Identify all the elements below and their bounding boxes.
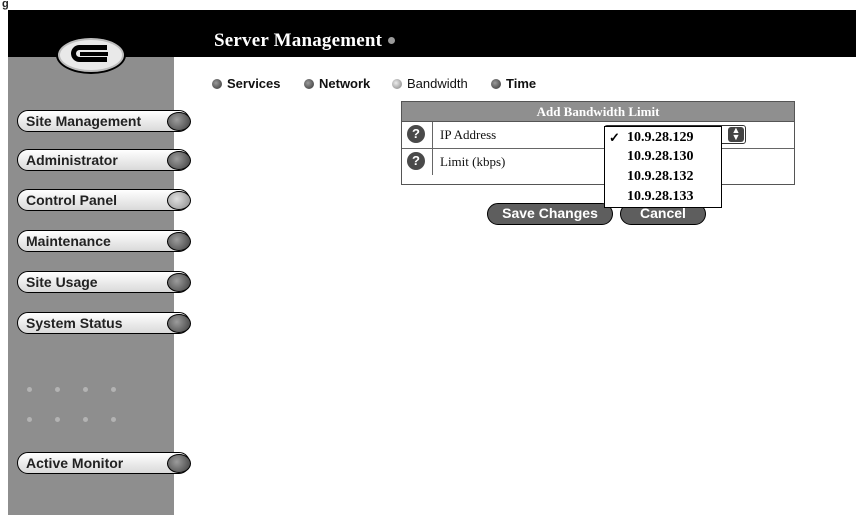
knob-icon [167,151,191,170]
knob-icon [167,232,191,251]
bullet-icon [392,78,402,89]
bullet-icon [491,78,501,89]
knob-icon [167,112,191,131]
sidebar-item-label: Site Usage [26,274,98,290]
tab-time[interactable]: Time [491,76,536,91]
form-title: Add Bandwidth Limit [402,102,794,122]
status-light-icon [55,417,60,422]
ip-address-label: IP Address [440,127,497,142]
status-light-icon [83,417,88,422]
top-header-bar [8,10,856,57]
title-dot-icon [388,37,396,45]
active-monitor-button[interactable]: Active Monitor [17,452,191,474]
dropdown-option[interactable]: ✓ 10.9.28.129 [605,128,721,147]
help-icon[interactable]: ? [407,125,425,143]
dropdown-option[interactable]: 10.9.28.133 [605,187,721,206]
sidebar-item-control-panel[interactable]: Control Panel [17,189,191,211]
dropdown-option[interactable]: 10.9.28.130 [605,147,721,166]
limit-label: Limit (kbps) [440,154,506,169]
limit-row: ? Limit (kbps) [402,149,794,175]
knob-icon [167,191,191,210]
bullet-icon [304,78,314,89]
select-arrows-icon: ▲ ▼ [728,126,744,142]
knob-icon [167,454,191,473]
status-light-icon [83,387,88,392]
sidebar-item-label: Administrator [26,152,118,168]
save-changes-button[interactable]: Save Changes [487,203,613,225]
active-monitor-label: Active Monitor [26,455,124,471]
status-light-icon [27,387,32,392]
sidebar-item-site-usage[interactable]: Site Usage [17,271,191,293]
sidebar-item-label: Site Management [26,113,142,129]
sidebar-item-label: Control Panel [26,192,118,208]
cell-divider [432,149,433,175]
status-light-icon [111,417,116,422]
status-light-icon [27,417,32,422]
status-light-icon [111,387,116,392]
page-title-text: Server Management [214,30,383,51]
sidebar-item-site-management[interactable]: Site Management [17,110,191,132]
tab-bandwidth[interactable]: Bandwidth [392,76,468,91]
knob-icon [167,314,191,333]
status-light-icon [55,387,60,392]
cell-divider [432,122,433,148]
figure-tag: g [2,0,9,10]
ip-address-dropdown-list: ✓ 10.9.28.129 10.9.28.130 10.9.28.132 10… [604,126,722,208]
tab-network[interactable]: Network [304,76,370,91]
sidebar-item-administrator[interactable]: Administrator [17,149,191,171]
sidebar-item-system-status[interactable]: System Status [17,312,191,334]
bullet-icon [212,78,222,89]
knob-icon [167,273,191,292]
tab-services[interactable]: Services [212,76,281,91]
sidebar-item-label: System Status [26,315,123,331]
sidebar-item-maintenance[interactable]: Maintenance [17,230,191,252]
checkmark-icon: ✓ [609,130,620,145]
help-icon[interactable]: ? [407,152,425,170]
sidebar-item-label: Maintenance [26,233,111,249]
page-title: Server Management [214,30,396,52]
dropdown-option[interactable]: 10.9.28.132 [605,167,721,186]
cobalt-c-logo-icon [56,36,126,74]
